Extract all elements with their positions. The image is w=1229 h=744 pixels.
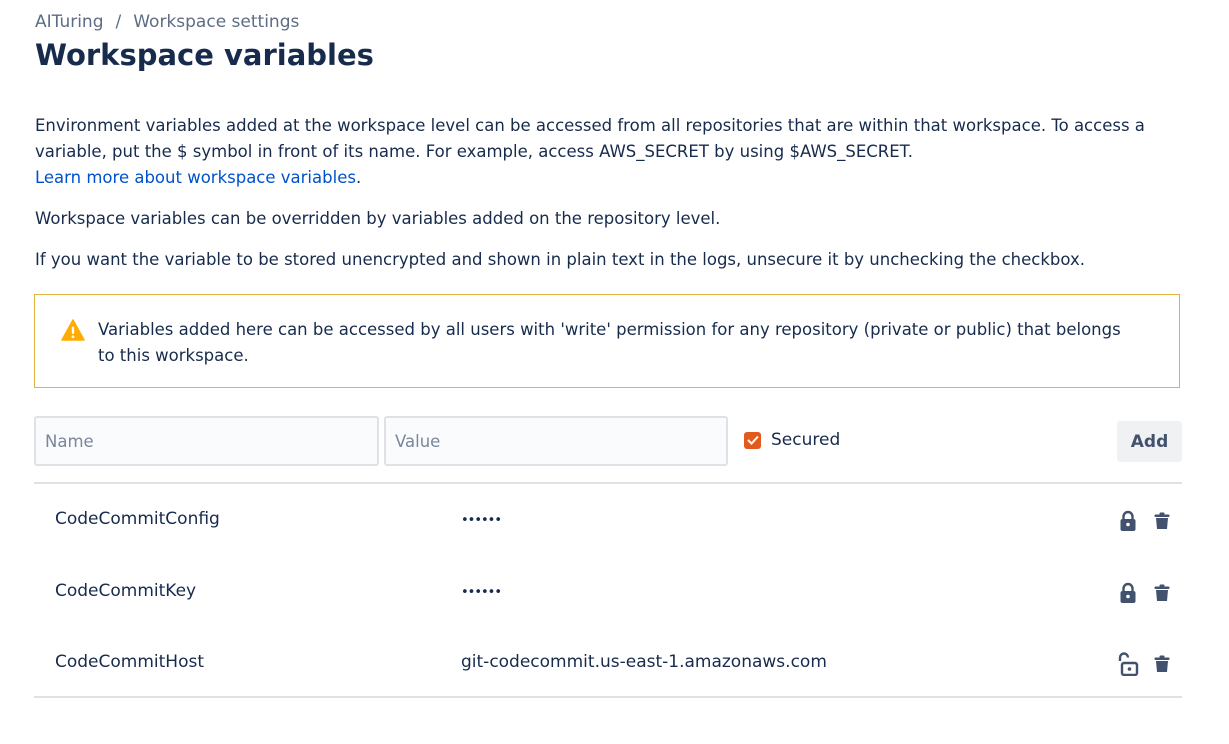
breadcrumb-separator: / (115, 12, 122, 32)
variable-name: CodeCommitConfig (55, 509, 220, 529)
add-variable-form: Secured Add (34, 416, 1182, 468)
learn-more-link[interactable]: Learn more about workspace variables (35, 168, 356, 187)
secured-label: Secured (771, 430, 841, 450)
secured-toggle[interactable]: Secured (744, 430, 840, 450)
trash-icon[interactable] (1151, 582, 1173, 604)
warning-banner: Variables added here can be accessed by … (34, 294, 1180, 388)
description-paragraph: Environment variables added at the works… (35, 113, 1145, 191)
value-input[interactable] (384, 416, 728, 466)
lock-closed-icon[interactable] (1117, 510, 1139, 532)
lock-open-icon[interactable] (1117, 652, 1139, 676)
page-title: Workspace variables (35, 38, 374, 72)
table-row: CodeCommitHost git-codecommit.us-east-1.… (34, 627, 1182, 699)
variable-name: CodeCommitHost (55, 652, 205, 672)
breadcrumb: AITuring / Workspace settings (35, 12, 299, 32)
variable-value: git-codecommit.us-east-1.amazonaws.com (461, 652, 827, 672)
workspace-variables-page: AITuring / Workspace settings Workspace … (0, 0, 1229, 744)
table-row: CodeCommitKey •••••• (34, 556, 1182, 628)
name-input[interactable] (34, 416, 379, 466)
secured-checkbox[interactable] (744, 431, 761, 449)
override-note: Workspace variables can be overridden by… (35, 209, 721, 228)
add-variable-button[interactable]: Add (1117, 421, 1182, 462)
checkmark-icon (746, 435, 759, 445)
breadcrumb-root-link[interactable]: AITuring (35, 12, 104, 32)
variable-value: •••••• (461, 513, 502, 528)
trash-icon[interactable] (1151, 653, 1173, 675)
variable-value: •••••• (461, 585, 502, 600)
learn-more-suffix: . (355, 168, 362, 187)
description-text: Environment variables added at the works… (35, 116, 1145, 161)
warning-text: Variables added here can be accessed by … (98, 320, 1121, 365)
unsecure-note: If you want the variable to be stored un… (35, 250, 1085, 269)
table-row: CodeCommitConfig •••••• (34, 484, 1182, 556)
warning-triangle-icon (61, 319, 85, 341)
trash-icon[interactable] (1151, 510, 1173, 532)
variables-table: CodeCommitConfig •••••• CodeCommitKey ••… (34, 482, 1182, 698)
lock-closed-icon[interactable] (1117, 582, 1139, 604)
variable-name: CodeCommitKey (55, 581, 197, 601)
breadcrumb-current-link[interactable]: Workspace settings (133, 12, 299, 32)
